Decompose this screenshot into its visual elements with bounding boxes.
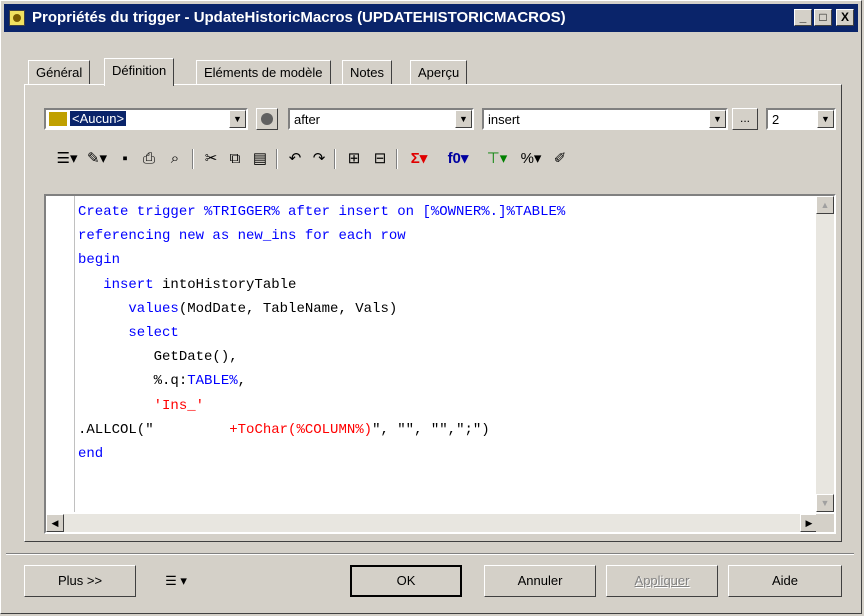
code-token: .ALLCOL(" bbox=[78, 421, 154, 438]
tab-model-elements[interactable]: Eléments de modèle bbox=[196, 60, 331, 84]
code-token: begin bbox=[78, 252, 121, 269]
cut-icon[interactable]: ✂ bbox=[200, 147, 222, 171]
percent-label: % bbox=[520, 150, 534, 167]
title-bar[interactable]: Propriétés du trigger - UpdateHistoricMa… bbox=[4, 4, 858, 32]
trigger-icon bbox=[9, 10, 25, 26]
user-icon bbox=[261, 113, 273, 125]
code-line[interactable]: select bbox=[50, 321, 565, 345]
editor-toolbar: ☰▾ ✎▾ ▪ ⎙ ⌕ ✂ ⧉ ▤ ↶ ↷ ⊞ ⊟ Σ▾ f0▾ ⊤▾ %▾ ✐ bbox=[52, 147, 842, 171]
code-text[interactable]: Create trigger %TRIGGER% after insert on… bbox=[50, 200, 565, 466]
code-token: %.q: bbox=[78, 373, 188, 390]
scroll-down-icon[interactable]: ▼ bbox=[816, 494, 834, 512]
tab-notes[interactable]: Notes bbox=[342, 60, 392, 84]
separator bbox=[192, 149, 194, 169]
chevron-down-icon[interactable]: ▼ bbox=[229, 110, 246, 128]
separator bbox=[276, 149, 278, 169]
sigma-icon[interactable]: Σ▾ bbox=[404, 147, 434, 171]
code-token: values bbox=[78, 300, 179, 317]
code-line[interactable]: .ALLCOL(" +ToChar(%COLUMN%)", "", "",";"… bbox=[50, 418, 565, 442]
code-line[interactable]: begin bbox=[50, 248, 565, 272]
scroll-up-icon[interactable]: ▲ bbox=[816, 196, 834, 214]
print-icon[interactable]: ⎙ bbox=[138, 147, 160, 171]
close-button[interactable]: X bbox=[836, 9, 854, 26]
code-token: end bbox=[78, 446, 104, 463]
save-icon[interactable]: ▪ bbox=[114, 147, 136, 171]
redo-icon[interactable]: ↷ bbox=[308, 147, 330, 171]
export-file-icon[interactable]: ⊟ bbox=[368, 147, 392, 171]
tree-icon[interactable]: ⊤▾ bbox=[482, 147, 512, 171]
function-icon[interactable]: f0▾ bbox=[438, 147, 478, 171]
code-line[interactable]: Create trigger %TRIGGER% after insert on… bbox=[50, 200, 565, 224]
code-token: , bbox=[237, 373, 247, 390]
properties-menu-button[interactable]: ☰ ▾ bbox=[146, 565, 206, 597]
chevron-down-icon[interactable]: ▼ bbox=[817, 110, 834, 128]
apply-label: Appliquer bbox=[634, 573, 690, 588]
code-token: insert bbox=[78, 276, 163, 293]
tab-general[interactable]: Général bbox=[28, 60, 91, 84]
scroll-corner bbox=[816, 514, 834, 532]
code-token: intoHistoryTable bbox=[162, 276, 297, 293]
more-button[interactable]: Plus >> bbox=[24, 565, 136, 597]
paste-icon[interactable]: ▤ bbox=[248, 147, 272, 171]
find-icon[interactable]: ⌕ bbox=[162, 147, 188, 171]
window-title: Propriétés du trigger - UpdateHistoricMa… bbox=[32, 9, 566, 26]
code-line[interactable]: insert intoHistoryTable bbox=[50, 273, 565, 297]
timing-select[interactable]: after ▼ bbox=[288, 108, 474, 130]
code-token: ", "", "",";") bbox=[372, 421, 490, 438]
code-line[interactable]: %.q:TABLE%, bbox=[50, 369, 565, 393]
tab-definition[interactable]: Définition bbox=[104, 58, 175, 86]
timing-value: after bbox=[294, 112, 321, 127]
sigma-label: Σ bbox=[410, 150, 420, 167]
ok-button[interactable]: OK bbox=[350, 565, 462, 597]
code-line[interactable]: GetDate(), bbox=[50, 345, 565, 369]
code-token: TABLE% bbox=[187, 373, 238, 390]
tab-preview[interactable]: Aperçu bbox=[410, 60, 468, 84]
template-value: <Aucun> bbox=[70, 111, 127, 126]
template-icon bbox=[49, 112, 67, 126]
apply-button[interactable]: Appliquer bbox=[606, 565, 718, 597]
maximize-button[interactable]: □ bbox=[814, 9, 832, 26]
code-line[interactable]: referencing new as new_ins for each row bbox=[50, 224, 565, 248]
cancel-button[interactable]: Annuler bbox=[484, 565, 596, 597]
code-token: Create trigger %TRIGGER% after insert on… bbox=[78, 204, 566, 220]
ellipsis-button[interactable]: ... bbox=[732, 108, 758, 130]
code-line[interactable]: 'Ins_' bbox=[50, 394, 565, 418]
code-token: +ToChar(%COLUMN%) bbox=[153, 421, 373, 438]
separator bbox=[334, 149, 336, 169]
edit-icon[interactable]: ✎▾ bbox=[82, 147, 112, 171]
code-token: referencing new as new_ins for each row bbox=[78, 228, 406, 245]
scroll-left-icon[interactable]: ◀ bbox=[46, 514, 64, 532]
code-token: 'Ins_' bbox=[78, 397, 205, 414]
code-editor[interactable]: Create trigger %TRIGGER% after insert on… bbox=[44, 194, 836, 534]
insert-file-icon[interactable]: ⊞ bbox=[342, 147, 366, 171]
separator bbox=[396, 149, 398, 169]
chevron-down-icon[interactable]: ▼ bbox=[709, 110, 726, 128]
order-select[interactable]: 2 ▼ bbox=[766, 108, 836, 130]
horizontal-scrollbar[interactable]: ◀ ▶ bbox=[46, 514, 818, 532]
code-line[interactable]: values(ModDate, TableName, Vals) bbox=[50, 297, 565, 321]
event-select[interactable]: insert ▼ bbox=[482, 108, 728, 130]
code-token: (ModDate, TableName, Vals) bbox=[178, 300, 398, 317]
user-button[interactable] bbox=[256, 108, 278, 130]
copy-icon[interactable]: ⧉ bbox=[224, 147, 246, 171]
undo-icon[interactable]: ↶ bbox=[284, 147, 306, 171]
event-value: insert bbox=[488, 112, 520, 127]
pencil-icon[interactable]: ✐ bbox=[550, 147, 570, 171]
template-select[interactable]: <Aucun> ▼ bbox=[44, 108, 248, 130]
chevron-down-icon[interactable]: ▼ bbox=[455, 110, 472, 128]
help-button[interactable]: Aide bbox=[728, 565, 842, 597]
vertical-scrollbar[interactable]: ▲ ▼ bbox=[816, 196, 834, 512]
properties-icon[interactable]: ☰▾ bbox=[52, 147, 82, 171]
divider bbox=[6, 553, 854, 555]
minimize-button[interactable]: _ bbox=[794, 9, 812, 26]
percent-icon[interactable]: %▾ bbox=[516, 147, 546, 171]
code-line[interactable]: end bbox=[50, 442, 565, 466]
code-token: select bbox=[78, 325, 179, 342]
function-label: f0 bbox=[447, 150, 461, 167]
code-token: GetDate(), bbox=[78, 349, 238, 366]
order-value: 2 bbox=[772, 112, 780, 127]
